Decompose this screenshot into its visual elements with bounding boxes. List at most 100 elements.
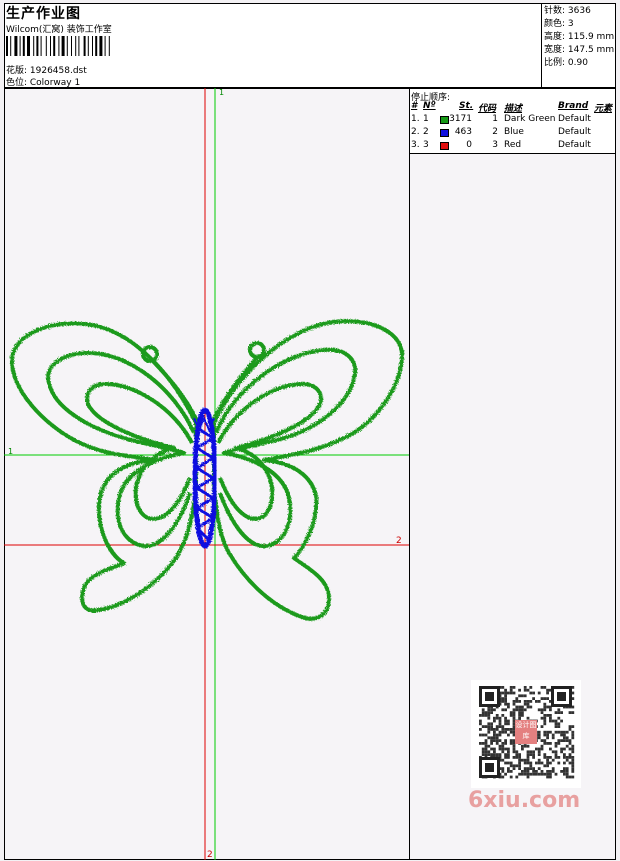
qr-module [493,728,496,731]
barcode-bar [50,36,51,56]
qr-module [526,744,530,748]
barcode-bar [78,36,80,56]
qr-module [521,758,524,762]
qr-module [543,708,547,712]
barcode-bar [92,36,93,56]
barcode-bar [40,36,42,56]
axis-label-green-left: 1 [8,447,13,456]
qr-module [523,761,527,765]
qr-module [512,691,516,695]
qr-module [507,705,510,709]
qr-module [515,750,519,754]
qr-badge: 设计图库 [515,720,537,744]
qr-module [498,730,502,734]
qr-module [571,758,575,762]
barcode-bar [10,36,12,56]
qr-module [543,756,547,759]
qr-module [515,697,519,700]
qr-module [481,725,485,728]
qr-module [557,725,561,728]
qr-module [515,775,519,779]
qr-module [484,725,488,728]
color-swatch [440,116,449,124]
qr-module [537,736,541,740]
barcode-bar [104,36,106,56]
qr-module [565,739,569,742]
qr-module [479,719,482,723]
qr-module [529,705,533,709]
qr-module [495,725,499,728]
qr-module [537,750,541,754]
qr-module [504,719,507,723]
axis-label-green-top: 1 [219,88,224,97]
qr-module [540,716,544,720]
qr-module [537,733,541,737]
qr-module [526,761,530,765]
qr-module [526,775,530,779]
qr-module [490,711,493,714]
qr-module [571,764,575,768]
qr-module [571,775,575,779]
qr-module [518,761,521,765]
qr-module [521,747,524,751]
barcode-bar [87,36,89,56]
qr-module [509,728,513,731]
qr-module [521,708,524,712]
cell-brand: Default [558,140,591,150]
barcode-bar [6,36,8,56]
qr-module [493,750,496,754]
qr-module [501,686,505,689]
qr-module [546,775,549,779]
qr-module [551,770,555,773]
qr-module [484,750,488,754]
barcode-bar [95,36,98,56]
colorway-label: 色位: Colorway 1 [6,78,81,88]
qr-module [490,742,493,745]
qr-module [571,711,575,714]
qr-module [543,753,547,756]
qr-module [504,697,507,700]
qr-module [563,730,566,734]
qr-module [563,761,566,765]
color-swatch [440,142,449,150]
qr-module [495,714,499,717]
qr-module [487,728,491,731]
qr-module [521,770,524,773]
qr-module [543,705,547,709]
barcode-bar [75,36,77,56]
qr-module [484,733,488,737]
qr-module [518,714,521,717]
qr-module [529,686,533,689]
qr-module [549,775,552,779]
qr-module [512,767,516,770]
qr-module [568,728,572,731]
barcode-bar [14,36,18,56]
qr-module [509,770,513,773]
stat-width: 宽度: 147.5 mm [544,45,615,55]
qr-module [509,711,513,714]
qr-module [540,739,544,742]
qr-module [571,747,575,751]
qr-module [512,700,516,703]
qr-module [485,692,494,701]
qr-module [515,708,519,712]
cell-desc: Dark Green [504,114,556,124]
qr-module [481,753,485,756]
barcode-bar [27,36,30,56]
qr-module [537,700,541,703]
qr-module [546,770,549,773]
qr-module [568,747,572,751]
qr-module [563,767,566,770]
qr-module [543,742,547,745]
qr-module [512,756,516,759]
qr-module [563,756,566,759]
qr-module [493,736,496,740]
qr-module [546,714,549,717]
qr-module [529,750,533,754]
qr-module [554,711,558,714]
barcode-bar [22,36,25,56]
qr-module [560,711,563,714]
qr-module [512,702,516,706]
qr-module [537,747,541,751]
qr-module [504,716,507,720]
